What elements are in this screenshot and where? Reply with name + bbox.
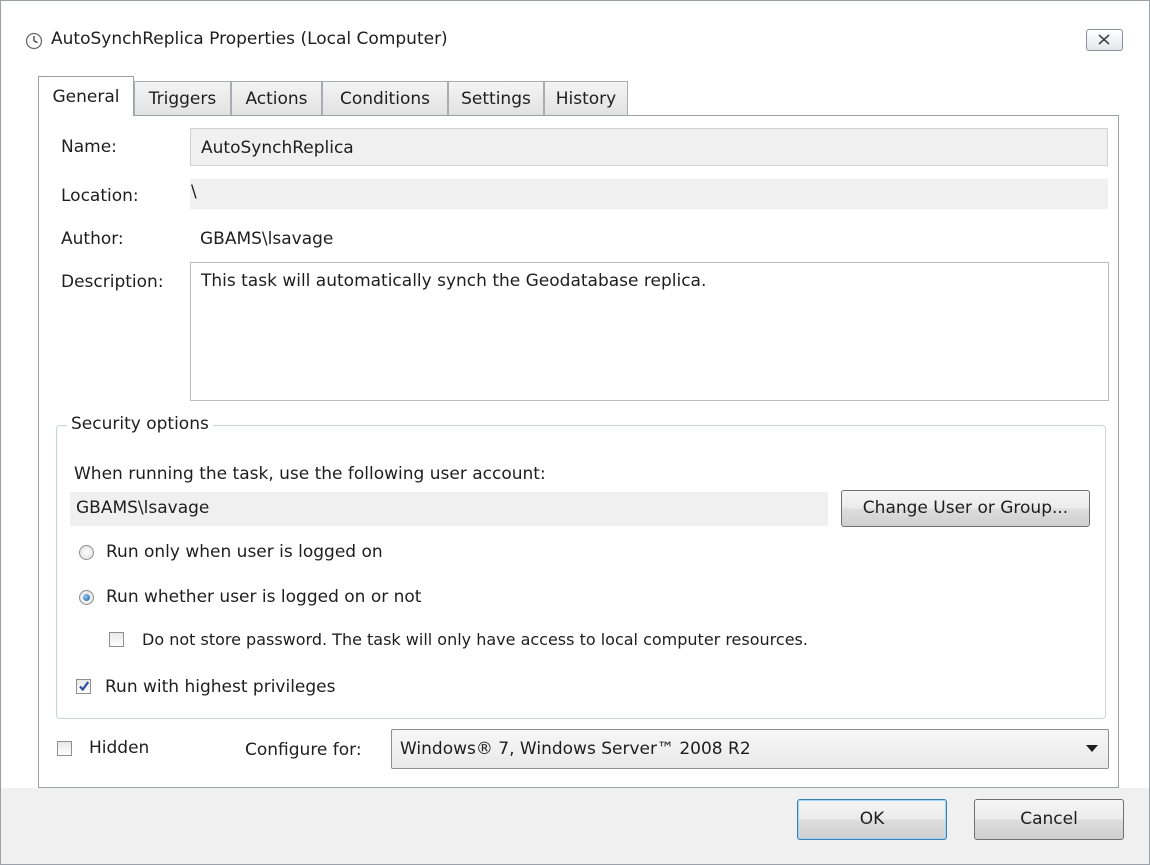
checkmark-icon [79,681,90,692]
tab-actions[interactable]: Actions [231,81,322,115]
location-label: Location: [61,186,139,206]
tab-label: Conditions [340,89,430,109]
close-button[interactable] [1086,29,1123,51]
configure-for-value: Windows® 7, Windows Server™ 2008 R2 [400,739,751,759]
tab-conditions[interactable]: Conditions [322,81,448,115]
properties-dialog: AutoSynchReplica Properties (Local Compu… [0,0,1150,865]
tab-label: History [555,89,617,109]
tab-general[interactable]: General [38,76,134,116]
title-bar[interactable]: AutoSynchReplica Properties (Local Compu… [1,1,1149,79]
description-label: Description: [61,272,164,292]
close-icon [1098,34,1110,45]
configure-for-label: Configure for: [245,740,362,760]
ok-label: OK [859,809,885,829]
location-value: \ [191,182,197,202]
highest-privileges-checkbox[interactable] [76,679,91,694]
hidden-checkbox[interactable] [57,741,72,756]
run-whether-radio[interactable] [79,590,94,605]
hidden-label[interactable]: Hidden [89,738,149,758]
highest-privileges-label[interactable]: Run with highest privileges [105,677,336,697]
description-text: This task will automatically synch the G… [201,271,707,291]
author-label: Author: [61,229,124,249]
tab-history[interactable]: History [544,81,628,115]
tab-label: Triggers [148,89,217,109]
name-field[interactable]: AutoSynchReplica [190,128,1108,166]
name-value: AutoSynchReplica [201,138,354,158]
change-user-button[interactable]: Change User or Group... [841,490,1090,527]
security-options-legend: Security options [67,414,213,434]
no-store-password-label[interactable]: Do not store password. The task will onl… [142,630,808,649]
tab-settings[interactable]: Settings [448,81,544,115]
change-user-label: Change User or Group... [862,498,1069,518]
clock-icon [25,32,43,50]
tab-label: Actions [245,89,308,109]
author-value: GBAMS\lsavage [200,229,334,249]
no-store-password-checkbox[interactable] [109,632,124,647]
cancel-button[interactable]: Cancel [974,799,1124,840]
window-title: AutoSynchReplica Properties (Local Compu… [51,29,448,49]
user-account-value: GBAMS\lsavage [76,498,210,518]
account-prompt: When running the task, use the following… [74,464,546,484]
run-logged-on-label[interactable]: Run only when user is logged on [106,542,383,562]
tab-label: General [52,87,120,107]
ok-button[interactable]: OK [797,799,947,840]
user-account-field: GBAMS\lsavage [70,492,828,526]
name-label: Name: [61,137,117,157]
location-field: \ [190,179,1108,209]
run-whether-label[interactable]: Run whether user is logged on or not [106,587,421,607]
cancel-label: Cancel [1020,809,1078,829]
configure-for-dropdown[interactable]: Windows® 7, Windows Server™ 2008 R2 [391,729,1109,769]
run-logged-on-radio[interactable] [79,545,94,560]
radio-selected-dot [83,594,90,601]
tab-triggers[interactable]: Triggers [134,81,231,115]
tab-label: Settings [461,89,531,109]
description-textarea[interactable]: This task will automatically synch the G… [190,262,1109,401]
chevron-down-icon [1086,745,1098,752]
